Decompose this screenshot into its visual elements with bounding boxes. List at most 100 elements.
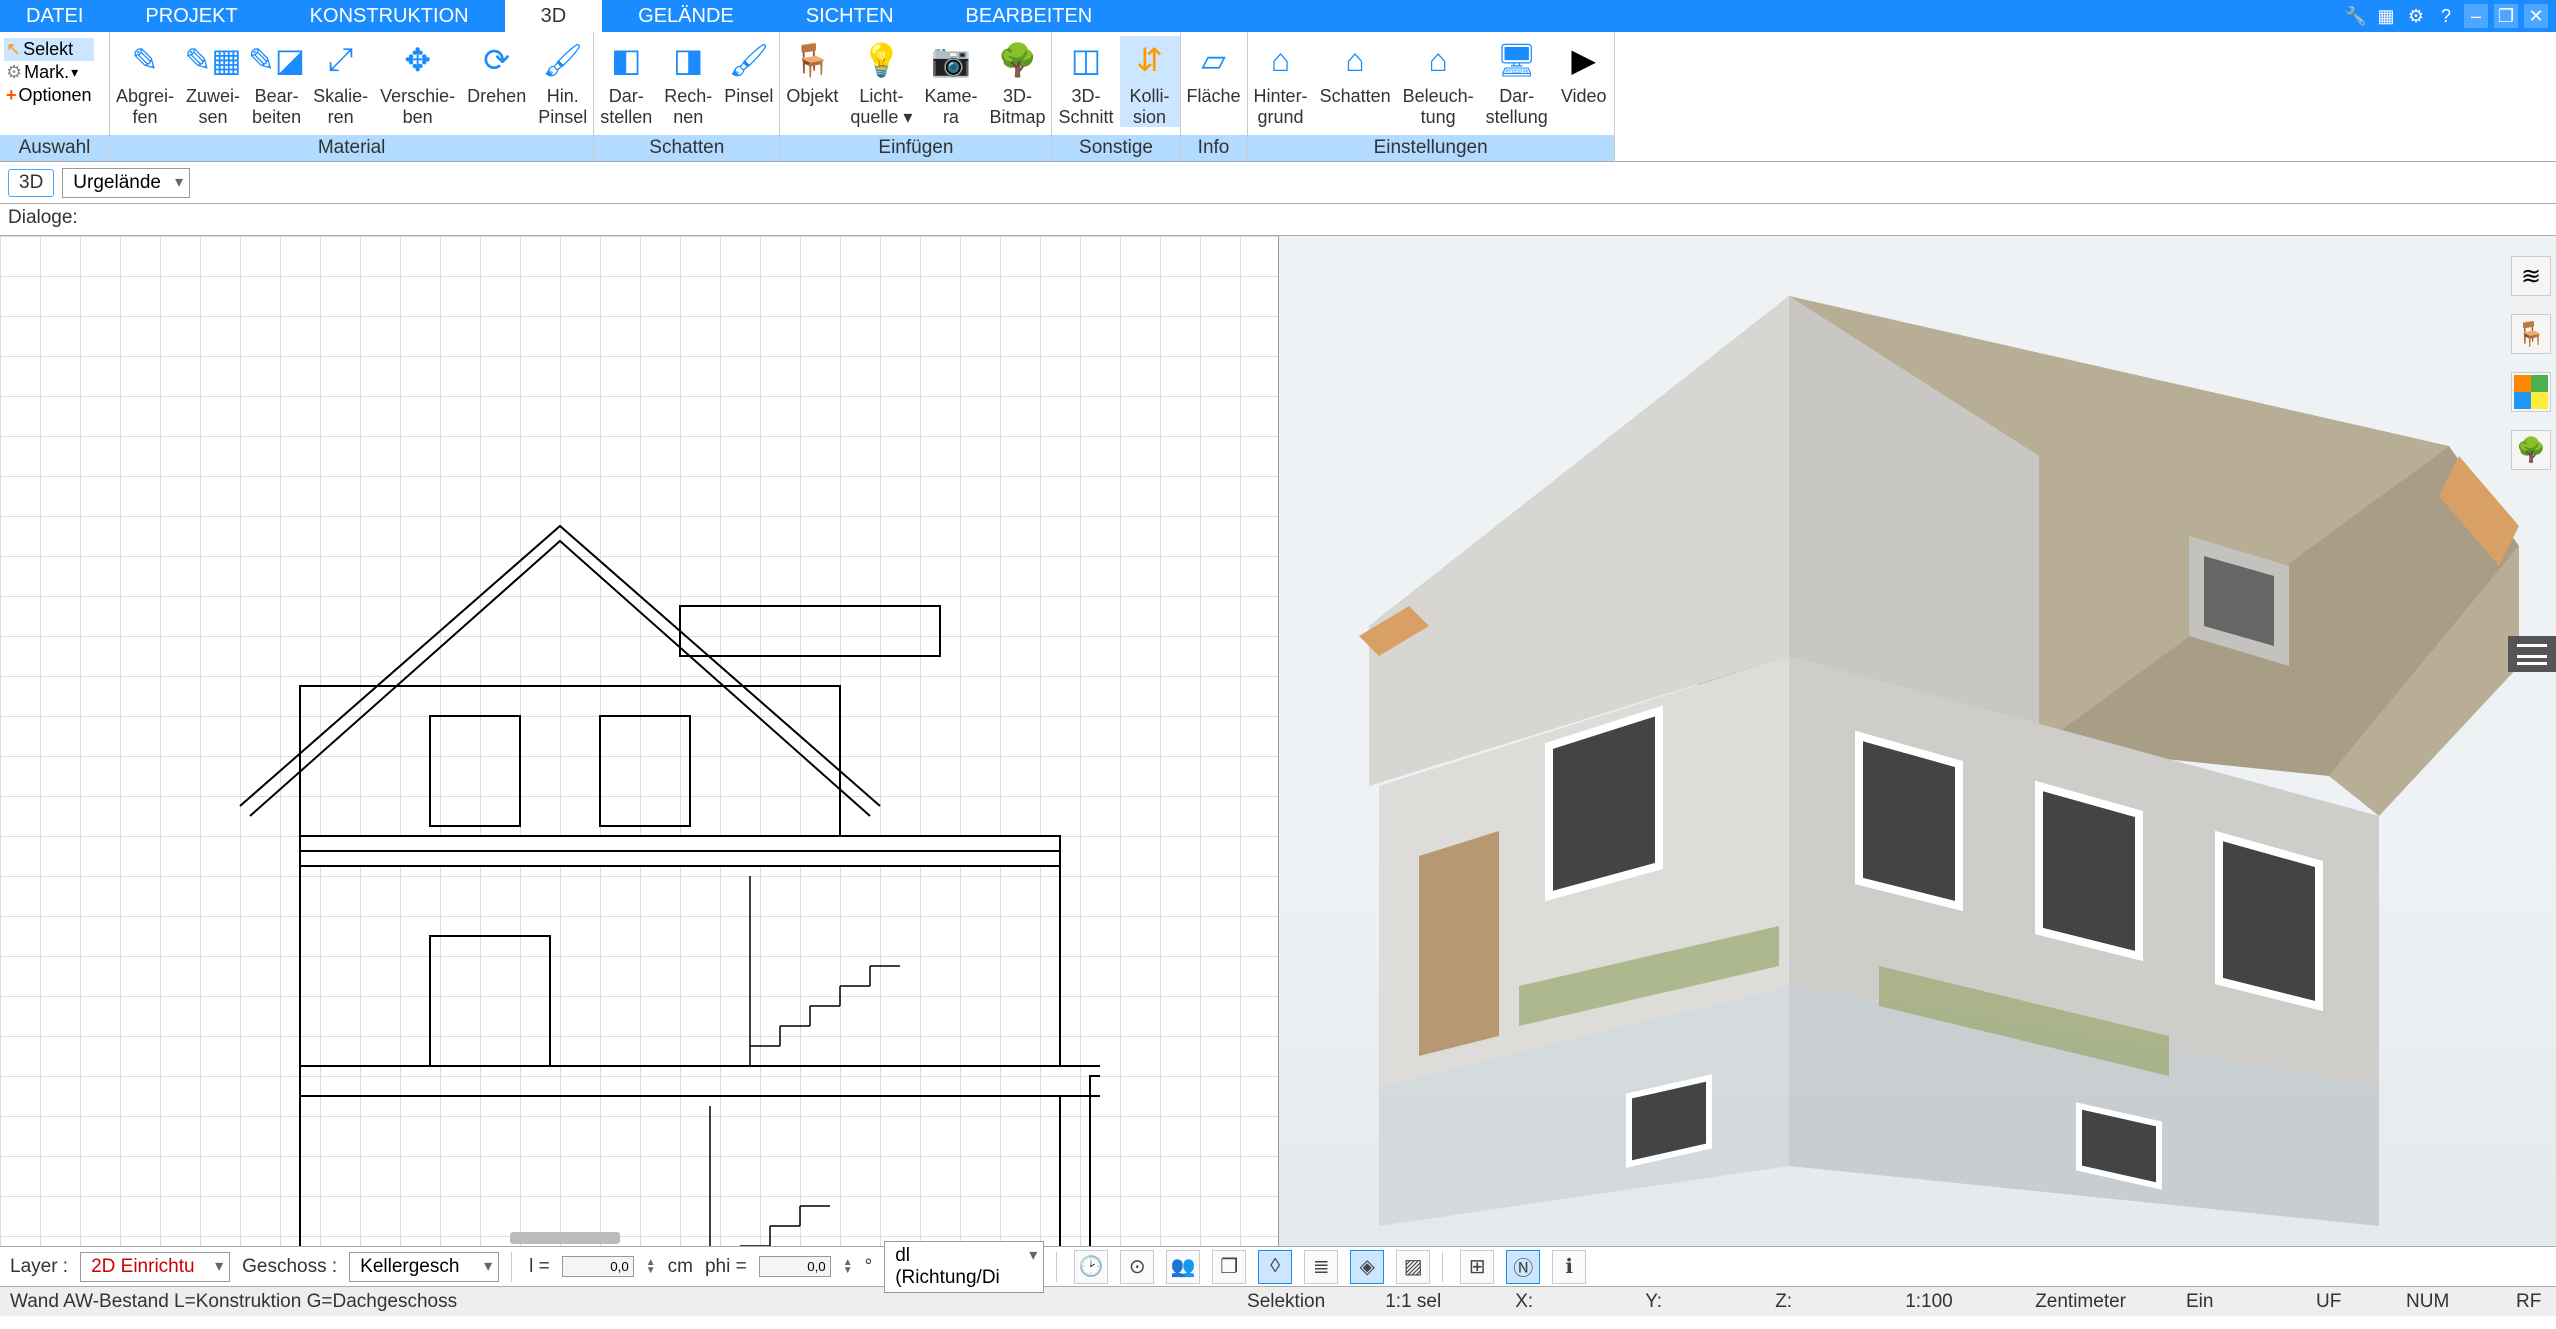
beleuchtung-button[interactable]: ⌂Beleuch- tung — [1397, 36, 1480, 127]
chair-icon: 🪑 — [788, 36, 836, 84]
l-input[interactable] — [562, 1256, 634, 1277]
info-icon[interactable]: ℹ — [1552, 1250, 1586, 1284]
tool-wrench-icon[interactable]: 🔧 — [2344, 4, 2368, 28]
lichtquelle-button[interactable]: 💡Licht- quelle ▾ — [844, 36, 918, 127]
house-light-icon: ⌂ — [1414, 36, 1462, 84]
view-tag-3d[interactable]: 3D — [8, 169, 54, 197]
stack-icon[interactable]: ◊ — [1258, 1250, 1292, 1284]
view-subbar: 3D Urgelände — [0, 162, 2556, 204]
layers-toggle-icon[interactable]: ≣ — [1304, 1250, 1338, 1284]
menu-gelaende[interactable]: GELÄNDE — [602, 0, 770, 32]
menu-konstruktion[interactable]: KONSTRUKTION — [274, 0, 505, 32]
dialoge-bar: Dialoge: — [0, 204, 2556, 236]
area-icon: ▱ — [1190, 36, 1238, 84]
tree-icon: 🌳 — [993, 36, 1041, 84]
main-split: ≋ 🪑 🌳 — [0, 236, 2556, 1246]
flaeche-button[interactable]: ▱Fläche — [1181, 36, 1247, 107]
geschoss-label: Geschoss : — [242, 1256, 337, 1278]
abgreifen-button[interactable]: ✎Abgrei- fen — [110, 36, 180, 127]
kollision-button[interactable]: ⇵Kolli- sion — [1120, 36, 1180, 127]
window-restore[interactable]: ❐ — [2494, 4, 2518, 28]
pinsel-button[interactable]: 🖌Pinsel — [718, 36, 779, 107]
hintergrund-button[interactable]: ⌂Hinter- grund — [1248, 36, 1314, 127]
kamera-button[interactable]: 📷Kame- ra — [918, 36, 983, 127]
group-material-label: Material — [110, 135, 593, 161]
house-bg-icon: ⌂ — [1257, 36, 1305, 84]
window-close[interactable]: ✕ — [2524, 4, 2548, 28]
collision-icon: ⇵ — [1126, 36, 1174, 84]
darstellen-button[interactable]: ◧Dar- stellen — [594, 36, 658, 127]
clock-icon[interactable]: 🕑 — [1074, 1250, 1108, 1284]
layer-combo[interactable]: 2D Einrichtu — [80, 1252, 230, 1282]
status-sel-ratio: 1:1 sel — [1385, 1291, 1455, 1313]
rechnen-button[interactable]: ◨Rech- nen — [658, 36, 718, 127]
north-icon[interactable]: Ⓝ — [1506, 1250, 1540, 1284]
optionen-button[interactable]: +Optionen — [4, 84, 94, 107]
palette-icon[interactable] — [2511, 372, 2551, 412]
hatch-icon[interactable]: ▨ — [1396, 1250, 1430, 1284]
tool-gear-icon[interactable]: ⚙ — [2404, 4, 2428, 28]
zuweisen-button[interactable]: ✎▦Zuwei- sen — [180, 36, 246, 127]
status-y: Y: — [1645, 1291, 1715, 1313]
move-icon: ✥ — [394, 36, 442, 84]
bitmap3d-button[interactable]: 🌳3D- Bitmap — [983, 36, 1051, 127]
skalieren-button[interactable]: ⤢Skalie- ren — [307, 36, 374, 127]
brush-bg-icon: 🖌 — [539, 36, 587, 84]
tree-tool-icon[interactable]: 🌳 — [2511, 430, 2551, 470]
video-button[interactable]: ▶Video — [1554, 36, 1614, 107]
menu-datei[interactable]: DATEI — [0, 0, 109, 32]
menu-projekt[interactable]: PROJEKT — [109, 0, 273, 32]
people-icon[interactable]: 👥 — [1166, 1250, 1200, 1284]
phi-spinner[interactable]: ▲▼ — [843, 1259, 853, 1275]
pane-2d[interactable] — [0, 236, 1279, 1246]
titlebar-controls: 🔧 ▦ ⚙ ? – ❐ ✕ — [2344, 0, 2556, 32]
dl-combo[interactable]: dl (Richtung/Di — [884, 1241, 1044, 1293]
verschieben-button[interactable]: ✥Verschie- ben — [374, 36, 461, 127]
schnitt3d-button[interactable]: ◫3D- Schnitt — [1052, 36, 1119, 127]
bearbeiten-button[interactable]: ✎◪Bear- beiten — [246, 36, 307, 127]
mark-button[interactable]: ⚙Mark.▾ — [4, 61, 94, 84]
menu-bearbeiten[interactable]: BEARBEITEN — [930, 0, 1129, 32]
pane-3d[interactable] — [1279, 236, 2556, 1246]
ribbon: ↖Selekt ⚙Mark.▾ +Optionen Auswahl ✎Abgre… — [0, 32, 2556, 162]
unit-deg: ° — [865, 1256, 873, 1278]
window-minimize[interactable]: – — [2464, 4, 2488, 28]
right-drawer-tab[interactable] — [2508, 636, 2556, 672]
copy-icon[interactable]: ❐ — [1212, 1250, 1246, 1284]
menu-sichten[interactable]: SICHTEN — [770, 0, 930, 32]
hin-pinsel-button[interactable]: 🖌Hin. Pinsel — [532, 36, 593, 127]
darstellung-button[interactable]: 🖥Dar- stellung — [1480, 36, 1554, 127]
grid-toggle-icon[interactable]: ⊞ — [1460, 1250, 1494, 1284]
layers-icon[interactable]: ≋ — [2511, 256, 2551, 296]
house-elevation-drawing — [220, 516, 1100, 1246]
group-schatten-label: Schatten — [594, 135, 779, 161]
drehen-button[interactable]: ⟳Drehen — [461, 36, 532, 107]
status-z: Z: — [1775, 1291, 1845, 1313]
schatten-settings-button[interactable]: ⌂Schatten — [1314, 36, 1397, 107]
plane-icon[interactable]: ◈ — [1350, 1250, 1384, 1284]
terrain-combo[interactable]: Urgelände — [62, 168, 190, 198]
eyedropper-icon: ✎ — [121, 36, 169, 84]
right-tool-strip: ≋ 🪑 🌳 — [2506, 256, 2556, 470]
camera-icon: 📷 — [927, 36, 975, 84]
selekt-button[interactable]: ↖Selekt — [4, 38, 94, 61]
cube-icon: ◧ — [602, 36, 650, 84]
monitor-icon: 🖥 — [1493, 36, 1541, 84]
group-info-label: Info — [1181, 135, 1247, 161]
geschoss-combo[interactable]: Kellergesch — [349, 1252, 499, 1282]
group-einfuegen-label: Einfügen — [780, 135, 1051, 161]
l-spinner[interactable]: ▲▼ — [646, 1259, 656, 1275]
phi-input[interactable] — [759, 1256, 831, 1277]
menu-3d[interactable]: 3D — [505, 0, 603, 32]
objekt-button[interactable]: 🪑Objekt — [780, 36, 844, 107]
tool-box-icon[interactable]: ▦ — [2374, 4, 2398, 28]
house-shadow-icon: ⌂ — [1331, 36, 1379, 84]
bottom-bar: Layer : 2D Einrichtu Geschoss : Kellerge… — [0, 1246, 2556, 1286]
record-icon[interactable]: ⊙ — [1120, 1250, 1154, 1284]
scrollbar-h-2d[interactable] — [510, 1232, 620, 1244]
section-icon: ◫ — [1062, 36, 1110, 84]
tool-help-icon[interactable]: ? — [2434, 4, 2458, 28]
play-icon: ▶ — [1560, 36, 1608, 84]
status-rf: RF — [2516, 1291, 2546, 1313]
chair-tool-icon[interactable]: 🪑 — [2511, 314, 2551, 354]
